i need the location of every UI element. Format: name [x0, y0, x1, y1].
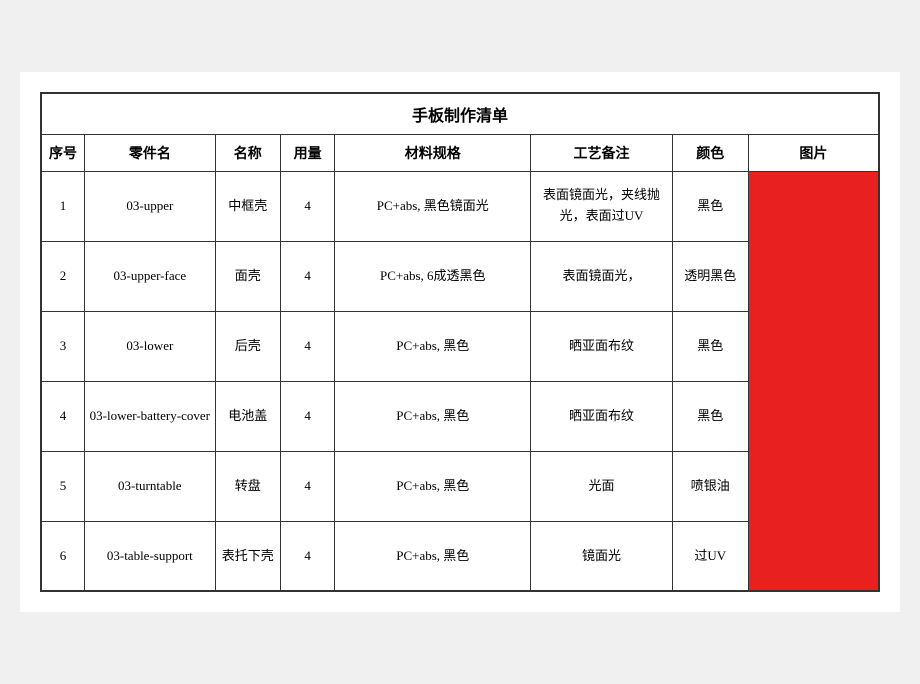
cell-part-4: 03-lower-battery-cover [85, 381, 216, 451]
cell-seq-6: 6 [41, 521, 85, 591]
cell-seq-3: 3 [41, 311, 85, 381]
cell-name-3: 后壳 [215, 311, 280, 381]
cell-spec-6: PC+abs, 黑色 [335, 521, 531, 591]
header-seq: 序号 [41, 134, 85, 171]
cell-spec-2: PC+abs, 6成透黑色 [335, 241, 531, 311]
cell-name-6: 表托下壳 [215, 521, 280, 591]
cell-process-2: 表面镜面光， [531, 241, 672, 311]
header-image: 图片 [748, 134, 879, 171]
cell-qty-5: 4 [280, 451, 334, 521]
header-spec: 材料规格 [335, 134, 531, 171]
main-table: 手板制作清单 序号 零件名 名称 用量 材料规格 工艺备注 颜色 图片 1 03… [40, 92, 880, 593]
cell-part-3: 03-lower [85, 311, 216, 381]
header-qty: 用量 [280, 134, 334, 171]
table-title: 手板制作清单 [41, 93, 879, 135]
cell-process-6: 镜面光 [531, 521, 672, 591]
header-process: 工艺备注 [531, 134, 672, 171]
cell-color-5: 喷银油 [672, 451, 748, 521]
cell-part-6: 03-table-support [85, 521, 216, 591]
cell-part-1: 03-upper [85, 171, 216, 241]
cell-spec-1: PC+abs, 黑色镜面光 [335, 171, 531, 241]
cell-color-6: 过UV [672, 521, 748, 591]
header-color: 颜色 [672, 134, 748, 171]
cell-name-5: 转盘 [215, 451, 280, 521]
cell-name-4: 电池盖 [215, 381, 280, 451]
cell-process-4: 晒亚面布纹 [531, 381, 672, 451]
header-name: 名称 [215, 134, 280, 171]
cell-name-1: 中框壳 [215, 171, 280, 241]
cell-spec-5: PC+abs, 黑色 [335, 451, 531, 521]
cell-name-2: 面壳 [215, 241, 280, 311]
cell-process-3: 晒亚面布纹 [531, 311, 672, 381]
cell-color-1: 黑色 [672, 171, 748, 241]
cell-process-1: 表面镜面光，夹线抛光，表面过UV [531, 171, 672, 241]
cell-seq-1: 1 [41, 171, 85, 241]
cell-part-5: 03-turntable [85, 451, 216, 521]
cell-spec-4: PC+abs, 黑色 [335, 381, 531, 451]
cell-qty-4: 4 [280, 381, 334, 451]
cell-qty-1: 4 [280, 171, 334, 241]
cell-seq-4: 4 [41, 381, 85, 451]
cell-color-2: 透明黑色 [672, 241, 748, 311]
header-part-code: 零件名 [85, 134, 216, 171]
cell-qty-3: 4 [280, 311, 334, 381]
cell-qty-6: 4 [280, 521, 334, 591]
header-row: 序号 零件名 名称 用量 材料规格 工艺备注 颜色 图片 [41, 134, 879, 171]
cell-spec-3: PC+abs, 黑色 [335, 311, 531, 381]
cell-seq-5: 5 [41, 451, 85, 521]
image-cell [748, 171, 879, 591]
cell-qty-2: 4 [280, 241, 334, 311]
page-wrapper: 手板制作清单 序号 零件名 名称 用量 材料规格 工艺备注 颜色 图片 1 03… [20, 72, 900, 613]
title-row: 手板制作清单 [41, 93, 879, 135]
table-row: 1 03-upper 中框壳 4 PC+abs, 黑色镜面光 表面镜面光，夹线抛… [41, 171, 879, 241]
cell-process-5: 光面 [531, 451, 672, 521]
cell-color-4: 黑色 [672, 381, 748, 451]
cell-color-3: 黑色 [672, 311, 748, 381]
cell-seq-2: 2 [41, 241, 85, 311]
cell-part-2: 03-upper-face [85, 241, 216, 311]
